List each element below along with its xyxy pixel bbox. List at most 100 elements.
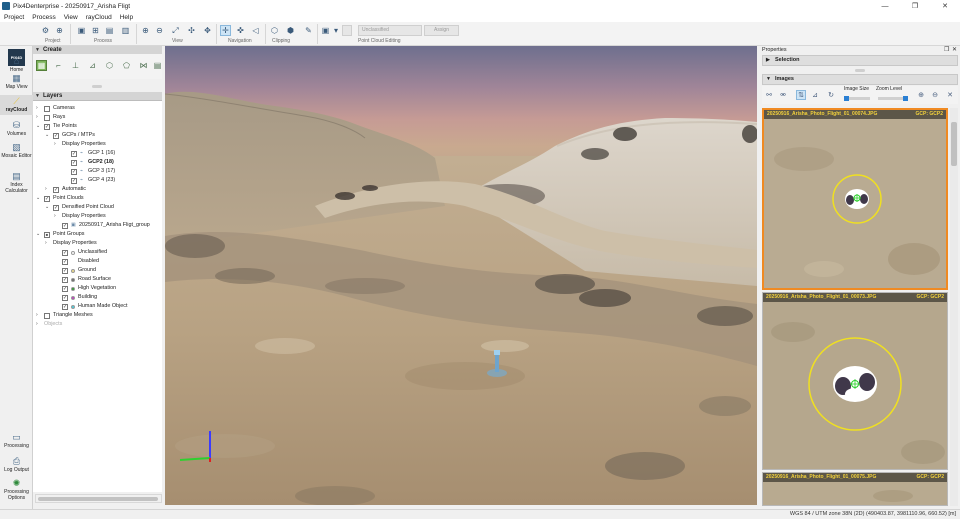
layer-row[interactable]: ✓ Building xyxy=(33,293,162,302)
layer-checkbox[interactable]: ✓ xyxy=(71,160,77,166)
create-polygon-icon[interactable]: ⬠ xyxy=(121,60,132,71)
expand-arrow-icon[interactable]: ⌄ xyxy=(45,131,49,140)
expand-arrow-icon[interactable]: › xyxy=(36,311,38,320)
restore-button[interactable]: ❐ xyxy=(900,0,930,12)
unlink-icon[interactable]: ⚮ xyxy=(778,90,788,100)
nav-home[interactable]: ⌂ Home xyxy=(0,56,33,73)
expand-arrow-icon[interactable]: › xyxy=(54,212,56,221)
process-run-icon[interactable]: ▣ xyxy=(76,25,87,36)
layer-row[interactable]: ✓ Ground xyxy=(33,266,162,275)
view-orbit-icon[interactable]: ✥ xyxy=(202,25,213,36)
image-thumbnail[interactable]: 20250916_Arisha_Photo_Flight_01_00075.JP… xyxy=(762,472,948,506)
link-icon[interactable]: ⚯ xyxy=(764,90,774,100)
create-volume-icon[interactable]: ⬡ xyxy=(104,60,115,71)
layer-row[interactable]: › Rays xyxy=(33,113,162,122)
layer-checkbox[interactable]: ✓ xyxy=(53,133,59,139)
images-section[interactable]: ▼ Images xyxy=(762,74,958,85)
expand-arrow-icon[interactable]: › xyxy=(54,140,56,149)
class-select[interactable]: Unclassified xyxy=(358,25,422,36)
view-mode-icon[interactable]: ✣ xyxy=(186,25,197,36)
nav-mosaic-editor[interactable]: ▧ Mosaic Editor xyxy=(0,142,33,159)
create-point-icon[interactable]: ⊥ xyxy=(70,60,81,71)
open-project-icon[interactable]: ⚙ xyxy=(40,25,51,36)
image-thumbnail[interactable]: 20250916_Arisha_Photo_Flight_01_00073.JP… xyxy=(762,292,948,470)
clipping-box-icon[interactable]: ⬡ xyxy=(269,25,280,36)
layer-row[interactable]: ⌄ ✓ Point Clouds xyxy=(33,194,162,203)
process-options-icon[interactable]: ⊞ xyxy=(90,25,101,36)
images-vertical-scrollbar[interactable] xyxy=(950,108,958,506)
layer-checkbox[interactable]: ✓ xyxy=(71,169,77,175)
point-select-icon[interactable]: ▣ xyxy=(320,25,331,36)
menu-raycloud[interactable]: rayCloud xyxy=(82,14,116,21)
zoom-level-knob[interactable] xyxy=(903,96,908,101)
zoom-out-images-icon[interactable]: ⊖ xyxy=(930,90,940,100)
expand-arrow-icon[interactable]: › xyxy=(36,113,38,122)
create-grid-icon[interactable]: ▤ xyxy=(153,60,162,71)
clipping-edit-icon[interactable]: ⬢ xyxy=(285,25,296,36)
class-color-swatch[interactable] xyxy=(342,25,352,36)
project-target-icon[interactable]: ⊕ xyxy=(54,25,65,36)
expand-arrow-icon[interactable]: ⌄ xyxy=(36,122,40,131)
navigation-standard-icon[interactable]: ✛ xyxy=(220,25,231,36)
layer-checkbox[interactable]: ✓ xyxy=(71,151,77,157)
brush-icon[interactable]: ✎ xyxy=(303,25,314,36)
layer-row[interactable]: ✓ ▣ 20250917_Arisha Fligt_group xyxy=(33,221,162,230)
layer-row[interactable]: ✓ High Vegetation xyxy=(33,284,162,293)
expand-arrow-icon[interactable]: ⌄ xyxy=(36,194,40,203)
layer-checkbox[interactable] xyxy=(44,106,50,112)
layer-row[interactable]: ⌄ ✓ Densified Point Cloud xyxy=(33,203,162,212)
expand-arrow-icon[interactable]: ⌄ xyxy=(36,230,40,239)
filter-images-icon[interactable]: ⊿ xyxy=(810,90,820,100)
nav-raycloud[interactable]: ⟋ rayCloud xyxy=(0,95,33,115)
menu-process[interactable]: Process xyxy=(28,14,59,21)
layer-row[interactable]: ✓ ⌁ GCP 3 (17) xyxy=(33,167,162,176)
close-panel-icon[interactable]: ✕ xyxy=(952,46,957,53)
selection-section[interactable]: ▶ Selection xyxy=(762,55,958,66)
zoom-in-icon[interactable]: ⊕ xyxy=(140,25,151,36)
layer-row[interactable]: › Triangle Meshes xyxy=(33,311,162,320)
process-log-icon[interactable]: ▥ xyxy=(120,25,131,36)
create-measure-icon[interactable]: ⊿ xyxy=(87,60,98,71)
menu-help[interactable]: Help xyxy=(116,14,137,21)
nav-processing-options[interactable]: ✺ Processing Options xyxy=(0,478,33,501)
layer-checkbox[interactable]: ✓ xyxy=(53,205,59,211)
layer-row[interactable]: ✓ Disabled xyxy=(33,257,162,266)
layer-checkbox[interactable] xyxy=(44,313,50,319)
minimize-button[interactable]: — xyxy=(870,0,900,12)
layer-checkbox[interactable]: ✓ xyxy=(62,268,68,274)
layer-row[interactable]: ✓ ⌁ GCP 1 (16) xyxy=(33,149,162,158)
layer-checkbox[interactable]: ✓ xyxy=(44,124,50,130)
create-surface-icon[interactable]: ▦ xyxy=(36,60,47,71)
dropdown-arrow-icon[interactable]: ▾ xyxy=(332,25,340,36)
layer-checkbox[interactable]: ✓ xyxy=(62,304,68,310)
image-size-slider[interactable] xyxy=(844,96,870,101)
layer-checkbox[interactable]: ✓ xyxy=(53,187,59,193)
layer-row[interactable]: › Display Properties xyxy=(33,212,162,221)
raycloud-3d-viewport[interactable] xyxy=(165,46,757,505)
nav-index-calculator[interactable]: ▤ Index Calculator xyxy=(0,171,33,194)
image-size-knob[interactable] xyxy=(844,96,849,101)
expand-arrow-icon[interactable]: ⌄ xyxy=(45,203,49,212)
nav-processing[interactable]: ▭ Processing xyxy=(0,432,33,449)
float-panel-icon[interactable]: ❐ xyxy=(944,46,949,53)
expand-arrow-icon[interactable]: › xyxy=(36,320,38,329)
close-button[interactable]: ✕ xyxy=(930,0,960,12)
layer-checkbox[interactable]: ✓ xyxy=(62,223,68,229)
panel-splitter[interactable] xyxy=(92,85,102,88)
layer-checkbox[interactable]: ✓ xyxy=(62,286,68,292)
layers-panel-title[interactable]: Layers xyxy=(33,92,162,101)
process-report-icon[interactable]: ▤ xyxy=(104,25,115,36)
layer-checkbox[interactable]: ✓ xyxy=(62,250,68,256)
layers-horizontal-scrollbar[interactable] xyxy=(35,494,162,503)
zoom-level-slider[interactable] xyxy=(878,96,908,101)
create-polyline-icon[interactable]: ⌐ xyxy=(53,60,64,71)
layer-row[interactable]: › Display Properties xyxy=(33,140,162,149)
nav-volumes[interactable]: ⛁ Volumes xyxy=(0,120,33,137)
layer-row[interactable]: ✓ Unclassified xyxy=(33,248,162,257)
zoom-out-icon[interactable]: ⊖ xyxy=(154,25,165,36)
zoom-in-images-icon[interactable]: ⊕ xyxy=(916,90,926,100)
layer-row[interactable]: ⌄ ■ Point Groups xyxy=(33,230,162,239)
zoom-extent-icon[interactable]: ⤢ xyxy=(170,25,181,36)
layer-checkbox[interactable]: ✓ xyxy=(62,259,68,265)
layer-checkbox[interactable]: ✓ xyxy=(62,295,68,301)
